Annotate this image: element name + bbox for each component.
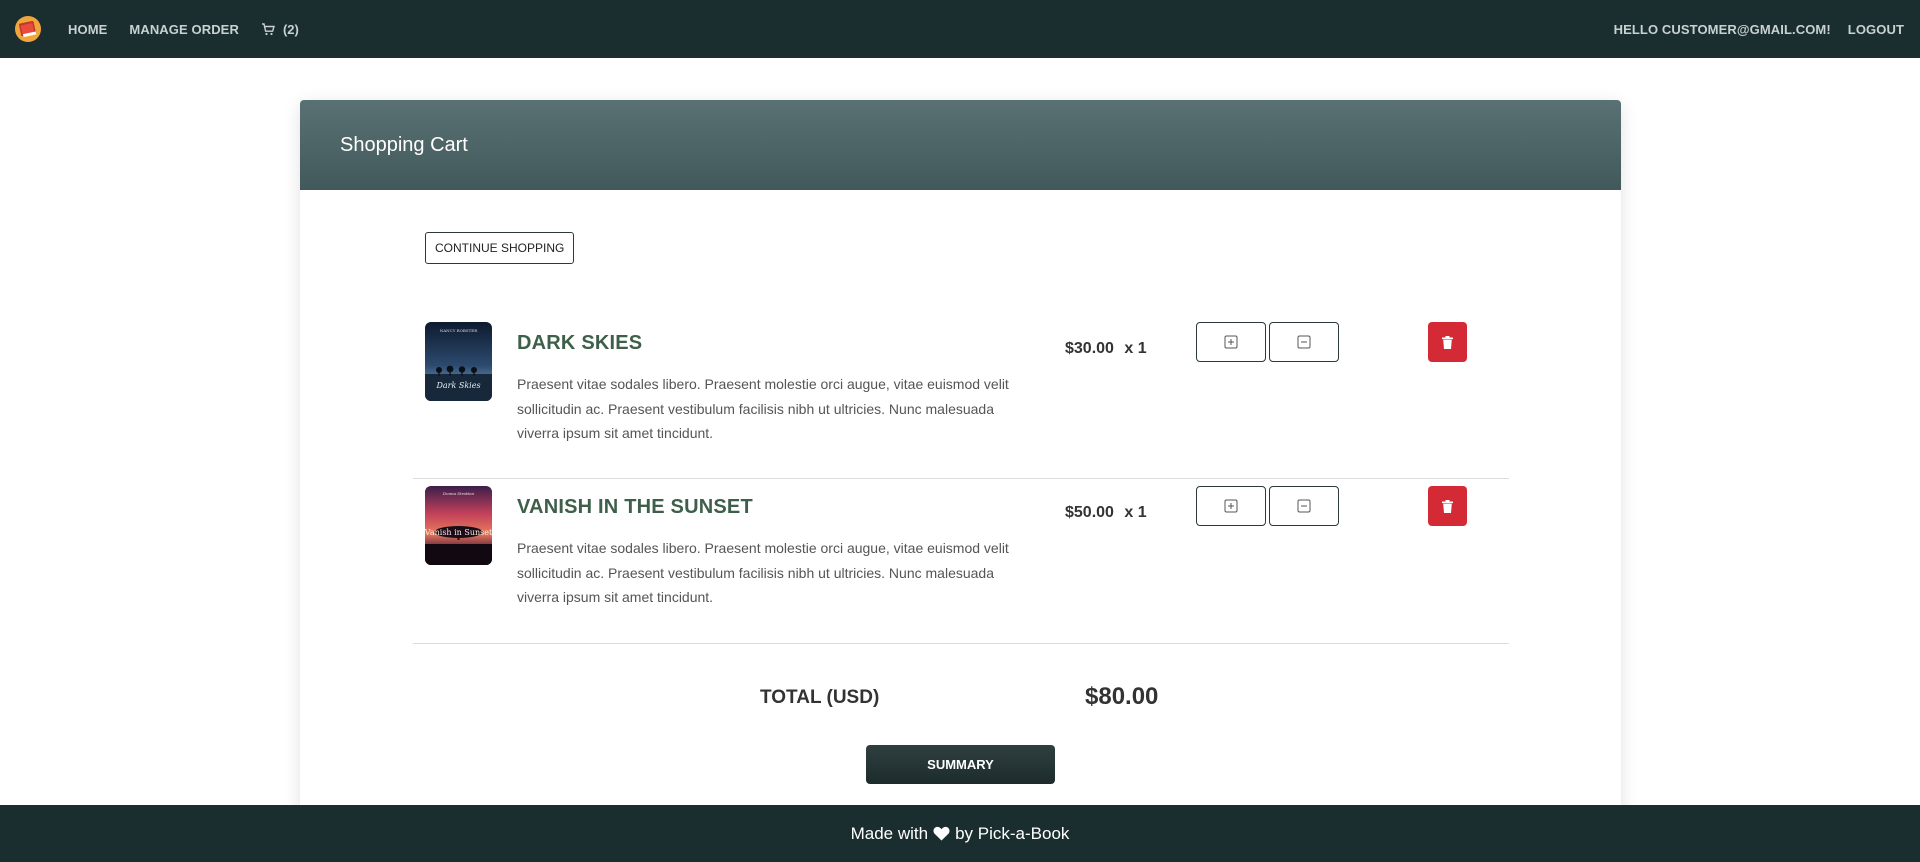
heart-icon xyxy=(933,826,950,841)
footer-made-with: Made with xyxy=(850,823,929,843)
cover-author-text: NANCY ROBSTER xyxy=(440,328,478,333)
book-title[interactable]: DARK SKIES xyxy=(517,332,642,355)
remove-item-button[interactable] xyxy=(1428,322,1467,362)
increase-quantity-button[interactable] xyxy=(1196,322,1266,362)
decrease-quantity-button[interactable] xyxy=(1269,322,1339,362)
book-title[interactable]: VANISH IN THE SUNSET xyxy=(517,496,753,519)
book-description: Praesent vitae sodales libero. Praesent … xyxy=(517,376,1009,441)
item-price: $30.00 xyxy=(1065,340,1114,357)
nav-home[interactable]: HOME xyxy=(68,22,107,37)
cart-count: (2) xyxy=(282,21,299,37)
total-value: $80.00 xyxy=(1085,683,1159,710)
summary-button[interactable]: SUMMARY xyxy=(866,745,1055,784)
increase-quantity-button[interactable] xyxy=(1196,486,1266,526)
user-greeting[interactable]: HELLO CUSTOMER@GMAIL.COM! xyxy=(1614,22,1831,37)
cart-item: Donna Stratton Vanish in Sunset VANISH I… xyxy=(413,478,1509,644)
logout-link[interactable]: LOGOUT xyxy=(1848,22,1904,37)
continue-shopping-button[interactable]: CONTINUE SHOPPING xyxy=(425,232,575,264)
plus-square-icon xyxy=(1224,335,1238,349)
trash-icon xyxy=(1442,499,1453,513)
page-title: Shopping Cart xyxy=(340,133,468,156)
item-price: $50.00 xyxy=(1065,504,1114,521)
cart-icon xyxy=(261,22,275,35)
cover-author-text: Donna Stratton xyxy=(442,491,475,496)
plus-square-icon xyxy=(1224,499,1238,513)
book-cover-image: NANCY ROBSTER Dark Skies xyxy=(425,322,492,401)
nav-right: HELLO CUSTOMER@GMAIL.COM! LOGOUT xyxy=(1614,22,1904,37)
item-quantity: x 1 xyxy=(1124,504,1147,521)
card-header: Shopping Cart xyxy=(300,100,1621,190)
nav-cart[interactable]: (2) xyxy=(261,22,299,37)
remove-item-button[interactable] xyxy=(1428,486,1467,526)
item-quantity: x 1 xyxy=(1124,340,1147,357)
minus-square-icon xyxy=(1297,499,1311,513)
shopping-cart-card: Shopping Cart CONTINUE SHOPPING NANCY RO… xyxy=(300,100,1621,860)
nav-manage-order[interactable]: MANAGE ORDER xyxy=(129,22,239,37)
cover-title-text: Vanish in Sunset xyxy=(425,528,492,537)
footer: Made with by Pick-a-Book xyxy=(0,805,1920,862)
trash-icon xyxy=(1442,335,1453,349)
book-description: Praesent vitae sodales libero. Praesent … xyxy=(517,540,1009,605)
minus-square-icon xyxy=(1297,335,1311,349)
decrease-quantity-button[interactable] xyxy=(1269,486,1339,526)
total-label: TOTAL (USD) xyxy=(760,687,880,708)
item-price-row: $30.00 x 1 xyxy=(1065,340,1147,358)
book-cover-image: Donna Stratton Vanish in Sunset xyxy=(425,486,492,565)
cover-title-text: Dark Skies xyxy=(435,381,480,390)
top-navbar: HOME MANAGE ORDER (2) HELLO CUSTOMER@GMA… xyxy=(0,0,1920,58)
cart-item: NANCY ROBSTER Dark Skies DARK SKIES Prae… xyxy=(413,310,1509,479)
item-price-row: $50.00 x 1 xyxy=(1065,504,1147,522)
book-logo-icon[interactable] xyxy=(14,15,42,43)
footer-by: by Pick-a-Book xyxy=(955,823,1070,843)
